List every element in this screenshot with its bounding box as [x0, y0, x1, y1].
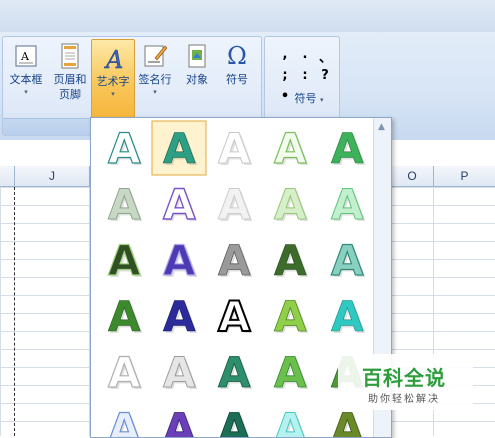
- column-header-o[interactable]: O: [391, 166, 434, 187]
- wordart-icon: A: [104, 46, 124, 72]
- wordart-style-light-green[interactable]: A: [274, 180, 308, 230]
- wordart-style-dark-teal[interactable]: A: [218, 404, 252, 437]
- object-button[interactable]: 对象: [179, 42, 215, 87]
- page-break-line: [14, 187, 15, 436]
- header-footer-icon: [61, 43, 79, 69]
- wordart-style-dark-green[interactable]: A: [274, 236, 308, 286]
- wordart-style-outline-teal[interactable]: A: [107, 123, 141, 173]
- symbol-comma[interactable]: ,: [279, 47, 291, 62]
- column-header-p[interactable]: P: [434, 166, 495, 187]
- symbol-semicolon[interactable]: ;: [279, 68, 291, 83]
- ribbon-tab-strip: [0, 0, 495, 33]
- special-symbol-button[interactable]: 符号 ▾: [289, 91, 329, 106]
- wordart-style-silver-3d[interactable]: A: [163, 348, 197, 398]
- symbol-period[interactable]: .: [299, 47, 311, 62]
- column-header-j[interactable]: J: [15, 166, 90, 187]
- header-footer-label-1: 页眉和: [53, 73, 87, 86]
- watermark: 百科全说 助你轻松解决: [338, 354, 473, 410]
- chevron-down-icon: ▾: [111, 90, 115, 98]
- text-box-button[interactable]: A 文本框 ▾: [6, 42, 46, 97]
- wordart-style-black-white[interactable]: A: [217, 291, 252, 342]
- special-symbol-label: 符号: [294, 92, 317, 105]
- wordart-label: 艺术字: [96, 75, 130, 88]
- signature-line-button[interactable]: 签名行 ▾: [133, 42, 177, 97]
- header-footer-label-2: 页脚: [59, 88, 81, 101]
- text-box-label: 文本框: [9, 73, 43, 86]
- wordart-style-soft-gray-green[interactable]: A: [108, 180, 142, 230]
- wordart-style-green-gradient-2[interactable]: A: [274, 348, 308, 398]
- wordart-style-purple-3d[interactable]: A: [163, 404, 197, 437]
- omega-icon: Ω: [227, 42, 247, 70]
- wordart-style-cyan-reflect[interactable]: A: [331, 292, 365, 342]
- wordart-style-purple-blue[interactable]: A: [162, 235, 196, 285]
- svg-text:A: A: [20, 50, 30, 63]
- object-icon: [188, 44, 206, 68]
- wordart-style-teal-glow[interactable]: A: [163, 124, 197, 174]
- wordart-style-gray-bevel[interactable]: A: [218, 236, 252, 286]
- wordart-style-green-solid[interactable]: A: [108, 292, 142, 342]
- object-label: 对象: [186, 73, 208, 86]
- signature-pen-icon: [144, 45, 168, 67]
- wordart-style-white-shadow[interactable]: A: [218, 124, 252, 174]
- chevron-down-icon: ▾: [24, 88, 28, 96]
- column-header-blank: [0, 166, 15, 187]
- symbol-label: 符号: [226, 73, 248, 86]
- svg-text:A: A: [104, 46, 123, 72]
- wordart-style-light-green-glow[interactable]: A: [331, 180, 365, 230]
- wordart-style-outline-green[interactable]: A: [273, 123, 307, 173]
- watermark-logo: 百科全说: [362, 366, 446, 390]
- chevron-down-icon: ▾: [319, 96, 324, 104]
- wordart-styles: AA AA AA AA AAAA AA AA AA AAAA AA AA AA AAAA AA AA AA AA…: [107, 120, 366, 438]
- wordart-style-navy-solid[interactable]: A: [163, 292, 197, 342]
- wordart-style-green-gradient[interactable]: A: [331, 124, 365, 174]
- wordart-style-cyan-light[interactable]: A: [274, 404, 308, 438]
- watermark-tagline: 助你轻松解决: [368, 394, 440, 405]
- symbol-enumeration-comma[interactable]: 、: [319, 47, 332, 66]
- wordart-style-purple-outline[interactable]: A: [162, 179, 196, 229]
- wordart-style-blue-outline[interactable]: A: [107, 403, 141, 437]
- wordart-style-teal-3d[interactable]: A: [330, 235, 364, 285]
- wordart-button[interactable]: A 艺术字 ▾: [91, 39, 135, 119]
- wordart-style-teal-dark-3d[interactable]: A: [218, 348, 252, 398]
- wordart-style-lime[interactable]: A: [274, 292, 308, 342]
- wordart-style-dark-green-glow[interactable]: A: [107, 235, 141, 285]
- signature-line-label: 签名行: [138, 73, 172, 86]
- symbol-button[interactable]: Ω 符号: [219, 42, 255, 87]
- symbol-colon[interactable]: :: [299, 68, 311, 83]
- wordart-style-silver-outline[interactable]: A: [107, 347, 141, 397]
- text-box-icon: A: [15, 45, 37, 67]
- wordart-style-faint-gray[interactable]: A: [218, 180, 252, 230]
- scroll-up-icon[interactable]: ▲: [378, 122, 385, 132]
- symbol-question[interactable]: ?: [319, 68, 331, 83]
- header-footer-button[interactable]: 页眉和 页脚: [48, 42, 92, 102]
- chevron-down-icon: ▾: [153, 88, 157, 96]
